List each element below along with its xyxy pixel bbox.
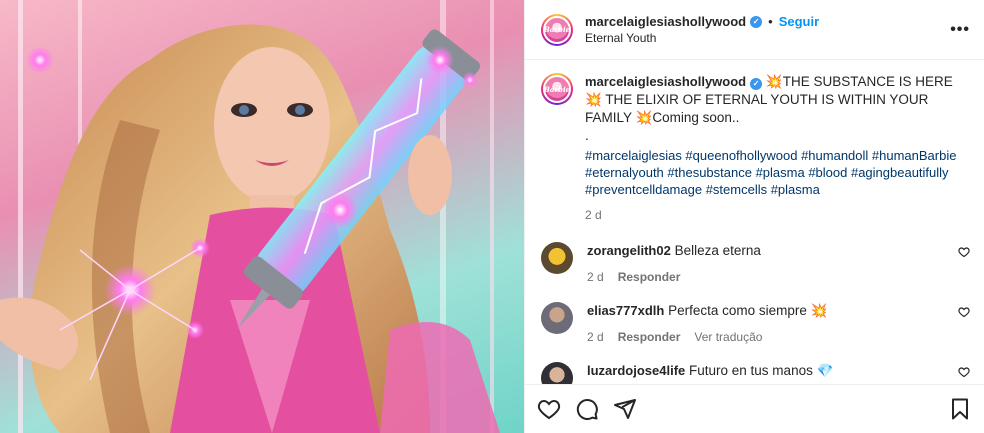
more-options-icon[interactable]: ••• [950, 21, 970, 39]
comment-text: Belleza eterna [674, 243, 761, 258]
commenter-username[interactable]: elias777xdlh [587, 303, 664, 318]
comment-text: Perfecta como siempre 💥 [668, 303, 828, 318]
caption-avatar[interactable]: Barbie [541, 73, 573, 105]
see-translation-button[interactable]: Ver tradução [694, 330, 762, 344]
caption-hashtags[interactable]: #marcelaiglesias #queenofhollywood #huma… [585, 147, 965, 198]
caption-username[interactable]: marcelaiglesiashollywood [585, 74, 746, 89]
avatar-logo: Barbie [543, 25, 571, 34]
separator-dot: • [768, 14, 773, 29]
share-icon[interactable] [613, 397, 637, 421]
comment-text: Futuro en tus manos 💎 [689, 363, 834, 378]
commenter-avatar[interactable] [541, 302, 573, 334]
like-comment-heart-icon[interactable] [958, 306, 970, 318]
comment-item: zorangelith02 Belleza eterna 2 d Respond… [541, 242, 970, 284]
commenter-avatar[interactable] [541, 362, 573, 384]
post-side-panel: Barbie marcelaiglesiashollywood ✓ • Segu… [524, 0, 984, 433]
comments-scroll-area[interactable]: Barbie marcelaiglesiashollywood ✓ 💥THE SU… [525, 61, 984, 384]
follow-button[interactable]: Seguir [779, 14, 819, 29]
post-caption: Barbie marcelaiglesiashollywood ✓ 💥THE SU… [541, 73, 970, 224]
heart-icon[interactable] [537, 397, 561, 421]
comment-icon[interactable] [575, 397, 599, 421]
post-image[interactable] [0, 0, 524, 433]
comment-age[interactable]: 2 d [587, 270, 604, 284]
comment-item: elias777xdlh Perfecta como siempre 💥 2 d… [541, 302, 970, 344]
commenter-avatar[interactable] [541, 242, 573, 274]
caption-age[interactable]: 2 d [585, 206, 965, 224]
author-username[interactable]: marcelaiglesiashollywood [585, 14, 746, 29]
reply-button[interactable]: Responder [618, 330, 681, 344]
avatar-logo: Barbie [543, 84, 571, 94]
post-location[interactable]: Eternal Youth [585, 31, 950, 45]
like-comment-heart-icon[interactable] [958, 246, 970, 258]
commenter-username[interactable]: luzardojose4life [587, 363, 685, 378]
commenter-username[interactable]: zorangelith02 [587, 243, 671, 258]
reply-button[interactable]: Responder [618, 270, 681, 284]
post-header: Barbie marcelaiglesiashollywood ✓ • Segu… [525, 0, 984, 60]
post-actions-bar [525, 384, 984, 433]
post-illustration [0, 0, 500, 433]
bookmark-icon[interactable] [948, 397, 972, 421]
like-comment-heart-icon[interactable] [958, 366, 970, 378]
caption-dot-line: . [585, 128, 589, 143]
comment-item: luzardojose4life Futuro en tus manos 💎 [541, 362, 970, 384]
author-avatar[interactable]: Barbie [541, 13, 573, 46]
verified-badge-icon: ✓ [750, 78, 763, 90]
comment-age[interactable]: 2 d [587, 330, 604, 344]
verified-badge-icon: ✓ [750, 15, 763, 28]
